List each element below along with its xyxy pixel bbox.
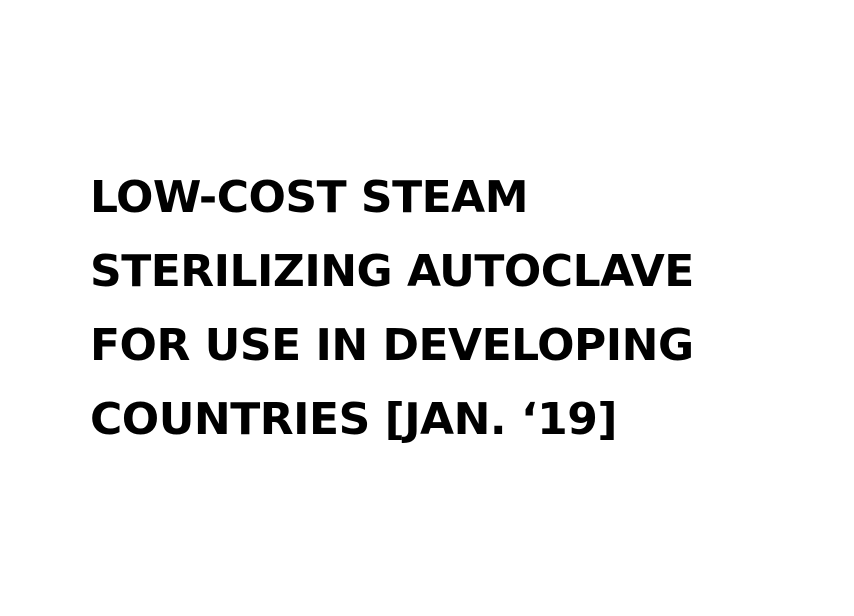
page: LOW-COST STEAM STERILIZING AUTOCLAVE FOR…: [0, 0, 854, 616]
title-line: COUNTRIES [JAN. ‘19]: [90, 394, 618, 445]
title-line: STERILIZING AUTOCLAVE: [90, 246, 694, 297]
title-line: FOR USE IN DEVELOPING: [90, 320, 694, 371]
title-line: LOW-COST STEAM: [90, 172, 529, 223]
document-title: LOW-COST STEAM STERILIZING AUTOCLAVE FOR…: [90, 161, 694, 457]
